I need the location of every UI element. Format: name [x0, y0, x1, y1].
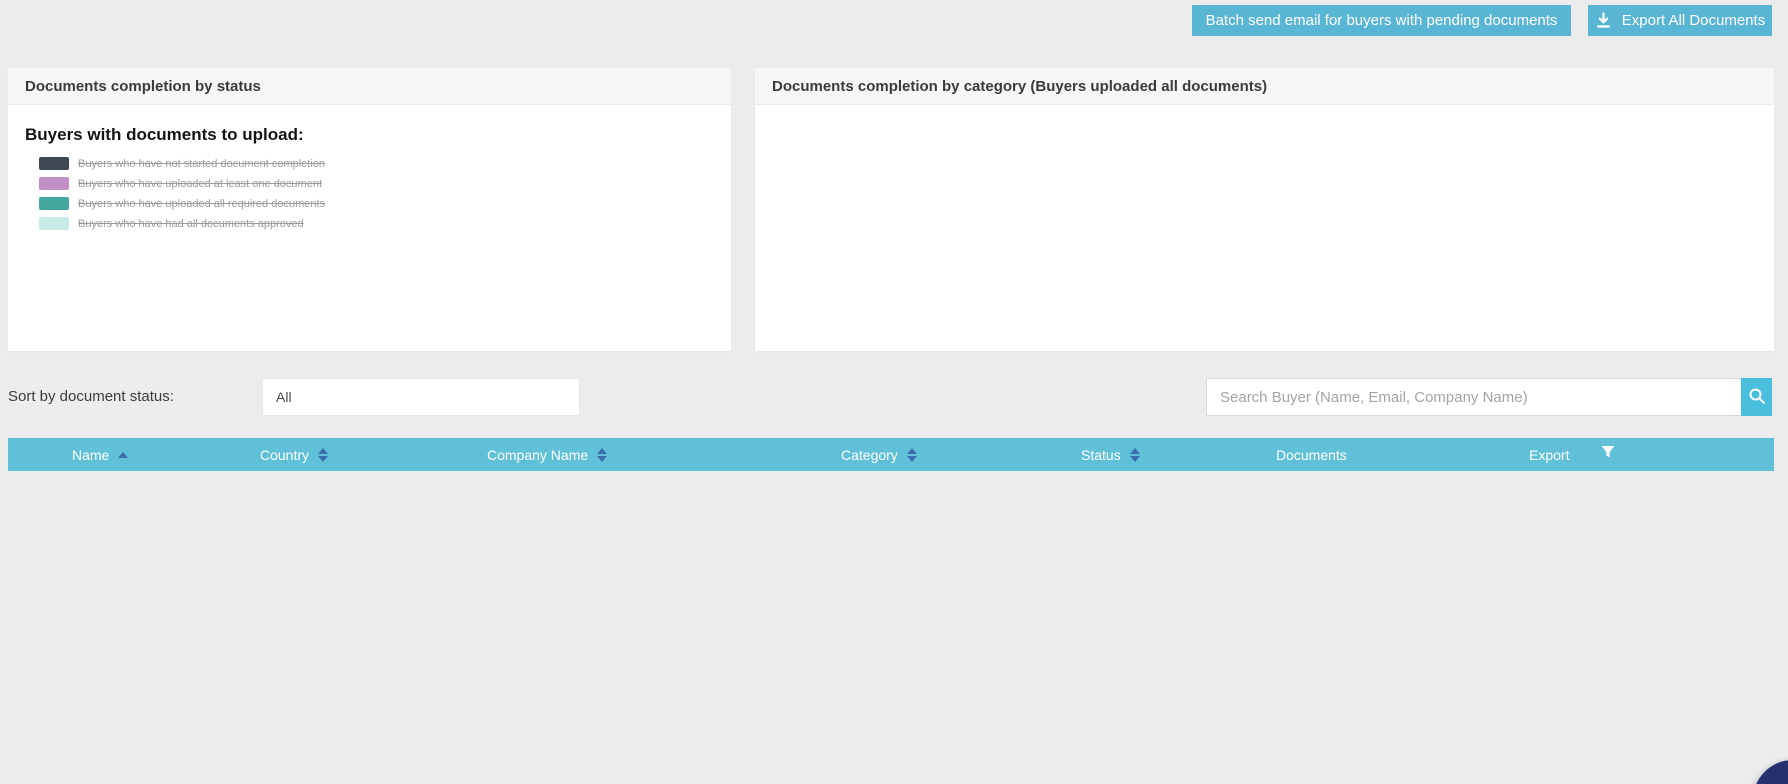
column-label-category: Category: [841, 447, 898, 463]
sort-both-icon: [1130, 448, 1140, 462]
sort-asc-icon: [118, 452, 128, 458]
search-buyer-input[interactable]: [1206, 378, 1741, 416]
legend-label-approved-all: Buyers who have had all documents approv…: [78, 218, 304, 230]
page: Batch send email for buyers with pending…: [0, 0, 1788, 784]
download-icon: [1595, 12, 1612, 29]
column-header-documents: Documents: [1276, 438, 1347, 471]
legend-label-uploaded-all: Buyers who have uploaded all required do…: [78, 198, 325, 210]
legend-label-uploaded-one: Buyers who have uploaded at least one do…: [78, 178, 322, 190]
sort-by-status-value: All: [276, 389, 292, 405]
search-button[interactable]: [1741, 378, 1772, 416]
legend-item-uploaded-one[interactable]: Buyers who have uploaded at least one do…: [39, 177, 714, 190]
column-label-name: Name: [72, 447, 109, 463]
legend-item-uploaded-all[interactable]: Buyers who have uploaded all required do…: [39, 197, 714, 210]
chart-legend-title: Buyers with documents to upload:: [25, 125, 714, 145]
sort-by-status-label: Sort by document status:: [8, 388, 174, 405]
column-header-export: Export: [1529, 438, 1569, 471]
panel-category-chart: Documents completion by category (Buyers…: [755, 68, 1774, 351]
legend-item-not-started[interactable]: Buyers who have not started document com…: [39, 157, 714, 170]
panel-category-body: [755, 105, 1774, 133]
column-header-name[interactable]: Name: [72, 438, 128, 471]
panel-status-body: Buyers with documents to upload: Buyers …: [8, 105, 731, 251]
batch-send-email-button[interactable]: Batch send email for buyers with pending…: [1192, 5, 1571, 36]
column-label-export: Export: [1529, 447, 1569, 463]
sort-both-icon: [597, 448, 607, 462]
column-header-category[interactable]: Category: [841, 438, 917, 471]
search-bar: [1206, 378, 1772, 416]
sort-by-status-select[interactable]: All: [262, 378, 580, 416]
search-icon: [1748, 387, 1766, 408]
panel-category-header: Documents completion by category (Buyers…: [755, 68, 1774, 105]
table-empty-state: No data was found Items have not been ad…: [0, 471, 1788, 784]
filter-funnel-icon: [1600, 444, 1616, 465]
column-header-country[interactable]: Country: [260, 438, 328, 471]
export-all-documents-button[interactable]: Export All Documents: [1588, 5, 1772, 36]
filter-button[interactable]: [1600, 438, 1616, 471]
legend-swatch-uploaded-one: [39, 177, 69, 190]
export-all-documents-label: Export All Documents: [1622, 12, 1765, 29]
sort-both-icon: [907, 448, 917, 462]
column-label-documents: Documents: [1276, 447, 1347, 463]
panel-status-chart: Documents completion by status Buyers wi…: [8, 68, 731, 351]
column-label-status: Status: [1081, 447, 1121, 463]
column-header-company-name[interactable]: Company Name: [487, 438, 607, 471]
panel-status-title: Documents completion by status: [25, 78, 261, 95]
legend-item-approved-all[interactable]: Buyers who have had all documents approv…: [39, 217, 714, 230]
legend-swatch-approved-all: [39, 217, 69, 230]
column-header-status[interactable]: Status: [1081, 438, 1140, 471]
legend-swatch-not-started: [39, 157, 69, 170]
column-label-country: Country: [260, 447, 309, 463]
panel-status-header: Documents completion by status: [8, 68, 731, 105]
legend-label-not-started: Buyers who have not started document com…: [78, 158, 325, 170]
sort-both-icon: [318, 448, 328, 462]
column-label-company-name: Company Name: [487, 447, 588, 463]
legend-swatch-uploaded-all: [39, 197, 69, 210]
panel-category-title: Documents completion by category (Buyers…: [772, 78, 1267, 95]
table-header: Name Country Company Name Category Statu…: [8, 438, 1774, 471]
